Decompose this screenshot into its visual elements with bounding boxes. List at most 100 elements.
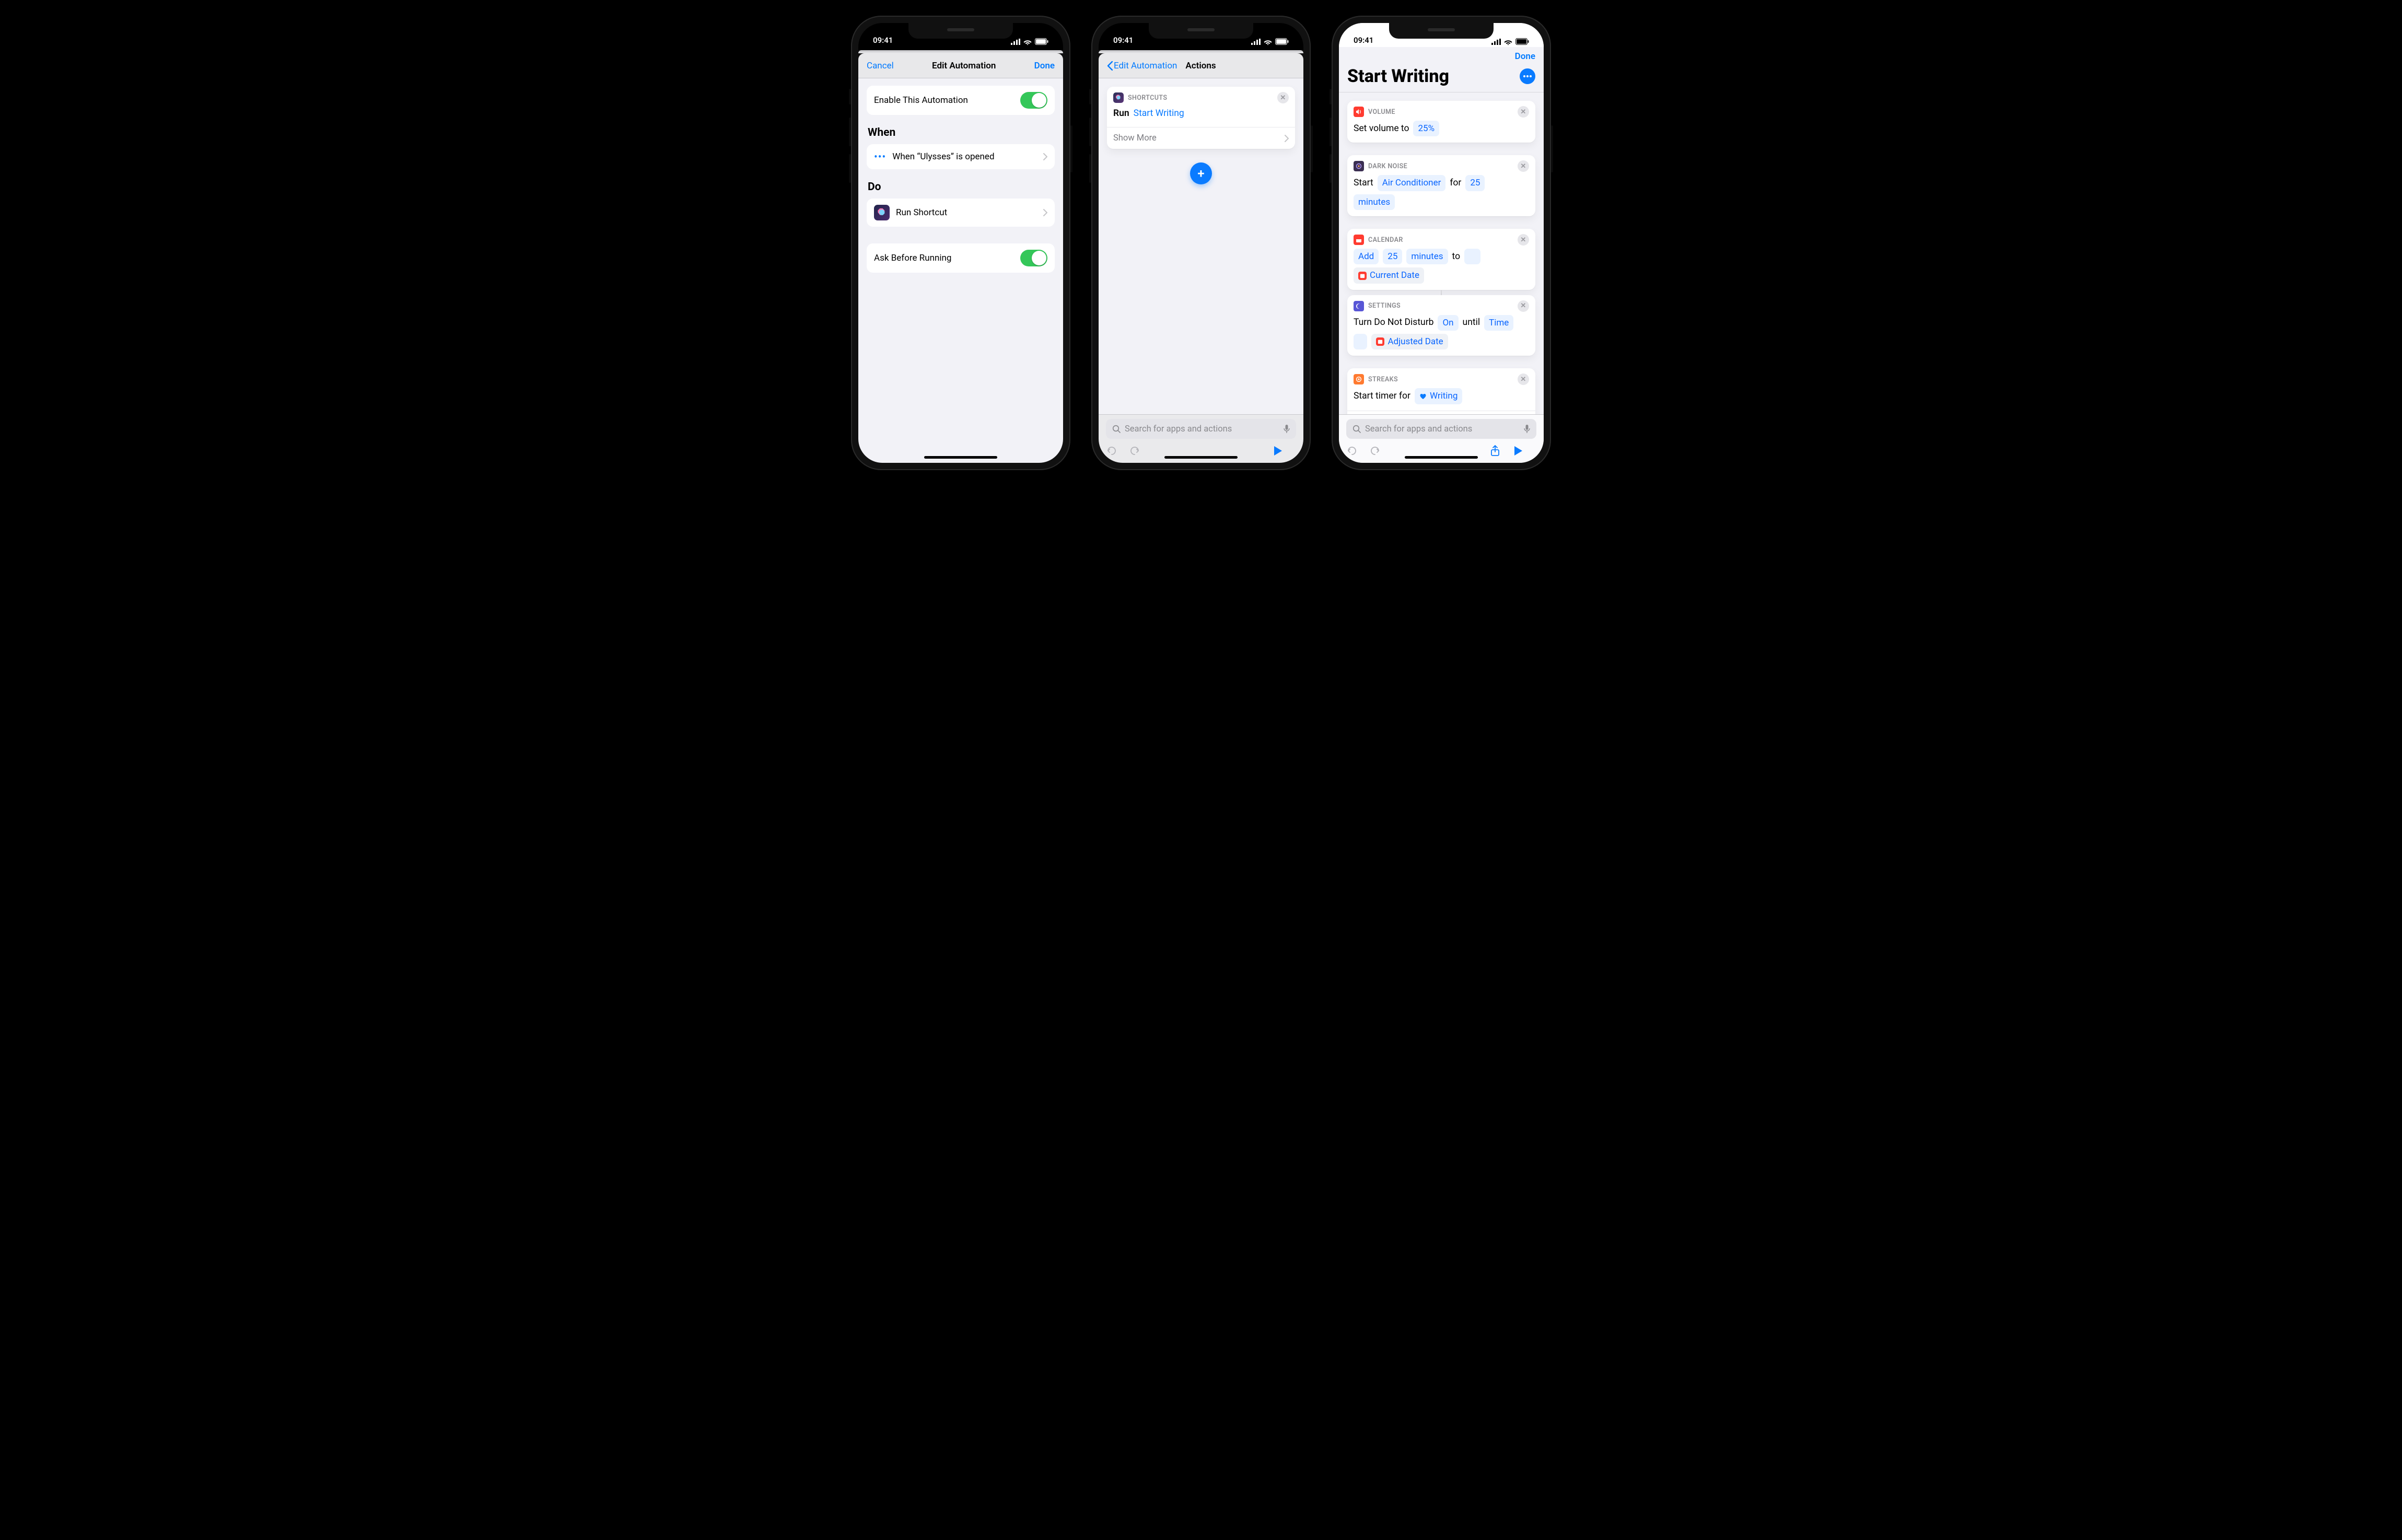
- when-header: When: [868, 126, 1054, 139]
- run-button[interactable]: [1273, 446, 1296, 456]
- remove-action-button[interactable]: ✕: [1518, 106, 1529, 118]
- search-placeholder: Search for apps and actions: [1125, 424, 1279, 434]
- show-more-row[interactable]: Show More: [1347, 411, 1535, 414]
- run-shortcut-card[interactable]: SHORTCUTS ✕ Run Start Writing Show More: [1107, 87, 1295, 149]
- status-icons: [1491, 38, 1529, 45]
- calendar-icon: [1354, 235, 1364, 245]
- streaks-icon: [1354, 374, 1364, 384]
- share-button[interactable]: [1490, 445, 1513, 457]
- status-icons: [1251, 38, 1289, 45]
- undo-icon: [1106, 445, 1117, 457]
- remove-action-button[interactable]: ✕: [1518, 234, 1529, 246]
- volume-value[interactable]: 25%: [1413, 121, 1439, 136]
- redo-button[interactable]: [1129, 445, 1152, 457]
- ask-before-running-row: Ask Before Running: [867, 243, 1055, 273]
- status-time: 09:41: [1113, 36, 1133, 45]
- settings-card[interactable]: SETTINGS ✕ Turn Do Not Disturb On until …: [1347, 295, 1535, 356]
- nav-title: Edit Automation: [932, 61, 996, 71]
- darknoise-sound[interactable]: Air Conditioner: [1378, 175, 1446, 191]
- card-app-label: SHORTCUTS: [1128, 94, 1167, 102]
- darknoise-card[interactable]: DARK NOISE ✕ Start Air Conditioner for 2…: [1347, 155, 1535, 216]
- battery-icon: [1035, 38, 1048, 45]
- undo-button[interactable]: [1346, 445, 1369, 457]
- remove-action-button[interactable]: ✕: [1518, 160, 1529, 172]
- when-text: When “Ulysses” is opened: [892, 151, 1037, 162]
- cellular-icon: [1251, 39, 1261, 45]
- home-indicator[interactable]: [1164, 456, 1238, 459]
- cal-unit[interactable]: minutes: [1406, 249, 1448, 264]
- dictation-icon[interactable]: [1284, 424, 1290, 434]
- undo-button[interactable]: [1106, 445, 1129, 457]
- back-button[interactable]: Edit Automation: [1107, 61, 1177, 71]
- redo-icon: [1369, 445, 1381, 457]
- enable-automation-toggle[interactable]: [1020, 92, 1047, 109]
- chevron-right-icon: [1043, 209, 1047, 216]
- search-icon: [1112, 425, 1121, 433]
- search-placeholder: Search for apps and actions: [1365, 424, 1520, 434]
- remove-action-button[interactable]: ✕: [1518, 374, 1529, 385]
- wifi-icon: [1023, 39, 1032, 45]
- volume-card[interactable]: VOLUME ✕ Set volume to 25%: [1347, 101, 1535, 143]
- shortcut-title: Start Writing: [1347, 66, 1449, 87]
- battery-icon: [1515, 38, 1529, 45]
- search-input[interactable]: Search for apps and actions: [1346, 419, 1536, 439]
- run-word: Run: [1113, 107, 1129, 121]
- do-header: Do: [868, 181, 1054, 193]
- search-icon: [1352, 425, 1361, 433]
- shortcuts-icon: [1113, 92, 1124, 103]
- dictation-icon[interactable]: [1524, 424, 1530, 434]
- home-indicator[interactable]: [924, 456, 997, 459]
- do-text: Run Shortcut: [896, 207, 1037, 218]
- calendar-mini-icon: [1358, 272, 1367, 280]
- adjusted-date-variable[interactable]: Adjusted Date: [1371, 334, 1448, 349]
- when-condition-row[interactable]: ••• When “Ulysses” is opened: [867, 144, 1055, 169]
- undo-icon: [1346, 445, 1358, 457]
- streaks-target[interactable]: Writing: [1415, 388, 1462, 404]
- calendar-card[interactable]: CALENDAR ✕ Add 25 minutes to Current Dat…: [1347, 229, 1535, 290]
- chevron-right-icon: [1043, 153, 1047, 160]
- status-time: 09:41: [1354, 36, 1373, 45]
- dnd-state[interactable]: On: [1438, 315, 1458, 331]
- shortcuts-icon: [874, 205, 890, 220]
- shortcut-menu-button[interactable]: [1520, 68, 1535, 84]
- cancel-button[interactable]: Cancel: [867, 61, 894, 71]
- current-date-variable[interactable]: Current Date: [1354, 267, 1424, 283]
- cal-add[interactable]: Add: [1354, 249, 1379, 264]
- label: Enable This Automation: [874, 95, 1014, 106]
- volume-icon: [1354, 107, 1364, 117]
- chevron-left-icon: [1107, 61, 1113, 71]
- show-more-row[interactable]: Show More: [1107, 127, 1295, 149]
- cellular-icon: [1011, 39, 1020, 45]
- play-icon: [1273, 446, 1282, 456]
- heart-icon: [1419, 393, 1427, 400]
- run-button[interactable]: [1513, 446, 1536, 456]
- wifi-icon: [1264, 39, 1272, 45]
- ask-before-running-toggle[interactable]: [1020, 250, 1047, 266]
- duration-num[interactable]: 25: [1465, 175, 1485, 191]
- ellipsis-icon: [1523, 75, 1532, 77]
- do-action-row[interactable]: Run Shortcut: [867, 199, 1055, 227]
- wifi-icon: [1504, 39, 1512, 45]
- add-action-button[interactable]: +: [1190, 162, 1212, 184]
- redo-button[interactable]: [1369, 445, 1392, 457]
- remove-action-button[interactable]: ✕: [1518, 300, 1529, 312]
- search-input[interactable]: Search for apps and actions: [1106, 419, 1296, 439]
- remove-action-button[interactable]: ✕: [1277, 92, 1289, 103]
- status-time: 09:41: [873, 36, 893, 45]
- home-indicator[interactable]: [1405, 456, 1478, 459]
- dnd-empty-param[interactable]: [1354, 334, 1367, 349]
- done-button[interactable]: Done: [1034, 61, 1055, 71]
- dnd-time-word[interactable]: Time: [1484, 315, 1513, 331]
- share-icon: [1490, 445, 1500, 457]
- streaks-card[interactable]: STREAKS ✕ Start timer for Writing Show M…: [1347, 368, 1535, 414]
- cal-empty-param[interactable]: [1464, 249, 1480, 264]
- content-edit-automation: Enable This Automation When ••• When “Ul…: [858, 78, 1063, 463]
- cal-num[interactable]: 25: [1383, 249, 1402, 264]
- done-button[interactable]: Done: [1515, 51, 1535, 62]
- navbar-actions: Edit Automation Actions: [1099, 53, 1303, 78]
- phone-frame-1: 09:41 Cancel Edit Automation Done Enable…: [851, 16, 1070, 470]
- run-target[interactable]: Start Writing: [1134, 107, 1184, 121]
- moon-icon: [1354, 301, 1364, 311]
- duration-unit[interactable]: minutes: [1354, 194, 1395, 210]
- content-shortcut: VOLUME ✕ Set volume to 25% DARK NOISE: [1339, 92, 1544, 414]
